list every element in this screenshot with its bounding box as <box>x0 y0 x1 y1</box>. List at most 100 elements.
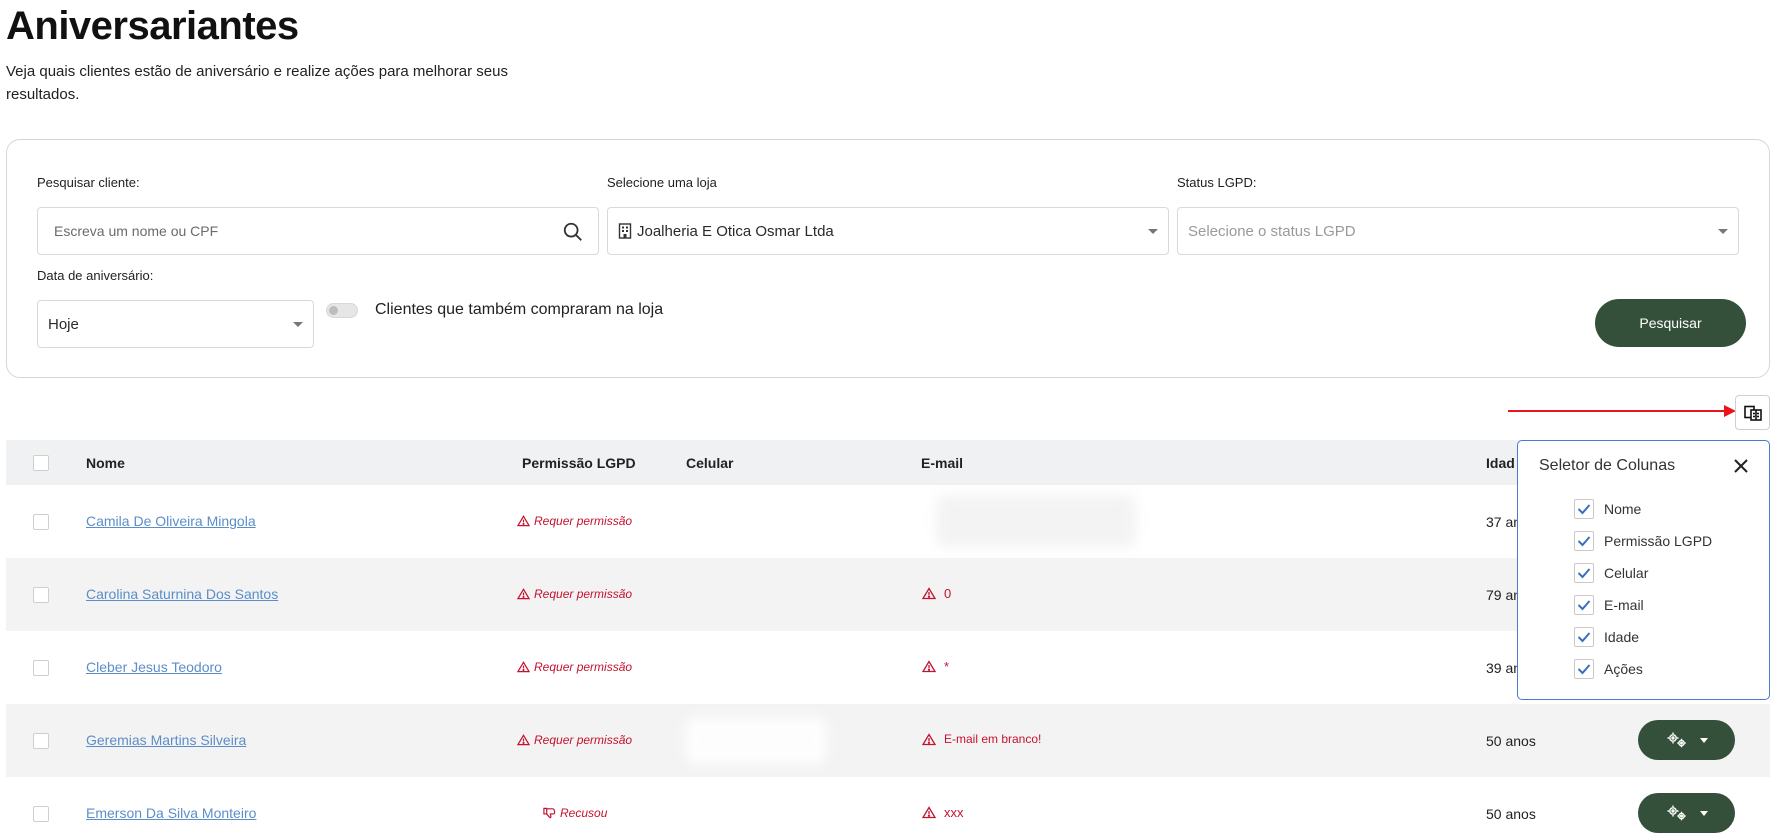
column-option-celular[interactable]: Celular <box>1574 562 1648 584</box>
birthday-select[interactable]: Hoje <box>37 300 314 348</box>
table-header: Nome Permissão LGPD Celular E-mail Idad <box>6 440 1770 485</box>
column-option-label: Ações <box>1604 661 1643 677</box>
row-checkbox[interactable] <box>33 587 49 603</box>
row-actions-button[interactable] <box>1638 793 1735 833</box>
checkbox-checked[interactable] <box>1574 531 1594 551</box>
table-row: Cleber Jesus Teodoro Requer permissão * … <box>6 631 1770 704</box>
birthday-value: Hoje <box>48 315 79 333</box>
search-label: Pesquisar cliente: <box>37 175 140 190</box>
lgpd-status-placeholder: Selecione o status LGPD <box>1188 222 1356 240</box>
header-phone[interactable]: Celular <box>686 455 733 471</box>
client-name-link[interactable]: Carolina Saturnina Dos Santos <box>86 586 278 602</box>
annotation-arrow-line <box>1508 410 1728 412</box>
table-row: Geremias Martins Silveira Requer permiss… <box>6 704 1770 777</box>
warning-triangle-icon <box>517 515 530 527</box>
checkbox-checked[interactable] <box>1574 563 1594 583</box>
lgpd-status-text: Requer permissão <box>534 514 633 528</box>
checkbox-checked[interactable] <box>1574 499 1594 519</box>
client-age: 39 an <box>1486 660 1522 676</box>
table-row: Emerson Da Silva Monteiro Recusou xxx 50… <box>6 777 1770 839</box>
bought-in-store-toggle-label: Clientes que também compraram na loja <box>375 301 664 318</box>
header-email[interactable]: E-mail <box>921 455 963 471</box>
client-age: 50 anos <box>1486 806 1536 822</box>
lgpd-status-select[interactable]: Selecione o status LGPD <box>1177 207 1739 255</box>
lgpd-status-text: Requer permissão <box>534 660 633 674</box>
chevron-down-icon <box>1148 229 1158 234</box>
warning-triangle-icon <box>922 732 936 745</box>
column-option-label: Nome <box>1604 501 1642 517</box>
check-icon <box>1577 568 1591 579</box>
building-icon <box>618 223 632 239</box>
column-option-permissao-lgpd[interactable]: Permissão LGPD <box>1574 530 1712 552</box>
checkbox-checked[interactable] <box>1574 627 1594 647</box>
header-age[interactable]: Idad <box>1486 455 1515 471</box>
checkbox-checked[interactable] <box>1574 595 1594 615</box>
filter-card: Pesquisar cliente: Escreva um nome ou CP… <box>6 139 1770 378</box>
check-icon <box>1577 664 1591 675</box>
column-selector-title: Seletor de Colunas <box>1539 457 1676 474</box>
lgpd-status: Requer permissão <box>517 514 632 528</box>
warning-triangle-icon <box>517 734 530 746</box>
client-name-link[interactable]: Cleber Jesus Teodoro <box>86 659 222 675</box>
check-icon <box>1577 632 1591 643</box>
search-input[interactable]: Escreva um nome ou CPF <box>37 207 599 255</box>
header-name[interactable]: Nome <box>86 455 125 471</box>
client-age: 79 an <box>1486 587 1522 603</box>
row-checkbox[interactable] <box>33 733 49 749</box>
store-label: Selecione uma loja <box>607 175 717 190</box>
lgpd-status-text: Recusou <box>560 806 608 820</box>
warning-triangle-icon <box>922 660 936 673</box>
select-all-checkbox[interactable] <box>33 455 49 471</box>
email-cell: * <box>922 659 949 674</box>
column-selector-button[interactable] <box>1735 395 1770 430</box>
bought-in-store-toggle[interactable] <box>326 303 358 318</box>
check-icon <box>1577 536 1591 547</box>
header-lgpd[interactable]: Permissão LGPD <box>522 455 636 471</box>
email-text: E-mail em branco! <box>944 732 1042 746</box>
redacted-phone <box>686 718 826 764</box>
column-option-label: E-mail <box>1604 597 1644 613</box>
warning-triangle-icon <box>517 588 530 600</box>
row-checkbox[interactable] <box>33 806 49 822</box>
column-option-nome[interactable]: Nome <box>1574 498 1641 520</box>
email-text: * <box>944 659 950 674</box>
column-option-email[interactable]: E-mail <box>1574 594 1644 616</box>
row-checkbox[interactable] <box>33 660 49 676</box>
redacted-email <box>936 495 1136 547</box>
search-icon[interactable] <box>562 221 584 243</box>
column-option-label: Idade <box>1604 629 1640 645</box>
check-icon <box>1577 504 1591 515</box>
email-cell: xxx <box>922 805 964 820</box>
client-name-link[interactable]: Camila De Oliveira Mingola <box>86 513 256 529</box>
chevron-down-icon <box>1718 229 1728 234</box>
column-option-label: Celular <box>1604 565 1649 581</box>
lgpd-status: Recusou <box>543 806 607 820</box>
store-select[interactable]: Joalheria E Otica Osmar Ltda <box>607 207 1169 255</box>
page-title: Aniversariantes <box>6 4 299 48</box>
client-name-link[interactable]: Geremias Martins Silveira <box>86 732 246 748</box>
warning-triangle-icon <box>922 806 936 819</box>
client-age: 37 an <box>1486 514 1522 530</box>
lgpd-status: Requer permissão <box>517 660 632 674</box>
checkbox-checked[interactable] <box>1574 659 1594 679</box>
check-icon <box>1577 600 1591 611</box>
row-checkbox[interactable] <box>33 514 49 530</box>
page-subtitle: Veja quais clientes estão de aniversário… <box>6 63 508 103</box>
client-name-link[interactable]: Emerson Da Silva Monteiro <box>86 805 256 821</box>
gears-icon <box>1667 732 1686 748</box>
row-actions-button[interactable] <box>1638 720 1735 760</box>
lgpd-status-text: Requer permissão <box>534 733 633 747</box>
thumbs-down-icon <box>543 807 556 819</box>
column-option-acoes[interactable]: Ações <box>1574 658 1643 680</box>
column-option-label: Permissão LGPD <box>1604 533 1713 549</box>
gears-icon <box>1667 805 1686 821</box>
lgpd-status-text: Requer permissão <box>534 587 633 601</box>
column-option-idade[interactable]: Idade <box>1574 626 1639 648</box>
lgpd-status: Requer permissão <box>517 733 632 747</box>
search-button[interactable]: Pesquisar <box>1595 299 1746 347</box>
email-cell: 0 <box>922 586 951 601</box>
chevron-down-icon <box>1699 810 1708 816</box>
store-value: Joalheria E Otica Osmar Ltda <box>637 222 834 240</box>
close-icon[interactable] <box>1731 456 1751 476</box>
client-age: 50 anos <box>1486 733 1536 749</box>
